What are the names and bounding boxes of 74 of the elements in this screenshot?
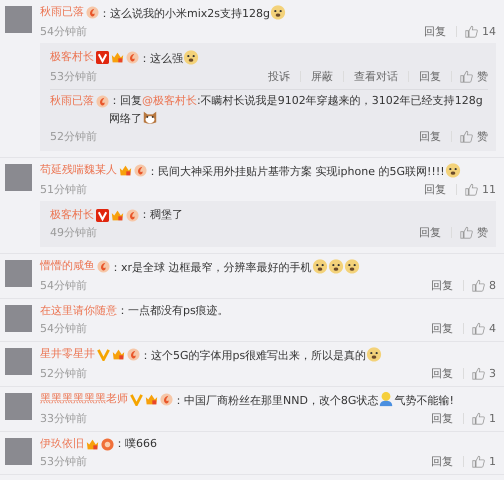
avatar-placeholder	[5, 348, 32, 375]
user-name[interactable]: 在这里请你随意	[40, 303, 117, 319]
action-link[interactable]: 回复	[417, 69, 443, 84]
action-link[interactable]: 回复	[429, 321, 455, 336]
timestamp: 53分钟前	[50, 69, 97, 84]
timestamp: 54分钟前	[40, 278, 87, 293]
user-name[interactable]: 伊玖依旧	[40, 436, 84, 452]
comment-text: ：xr是全球 边框最窄，分辨率最好的手机	[110, 258, 496, 276]
comment-text: ：这个5G的字体用ps很难写出来，所以是真的	[140, 346, 496, 364]
action-link[interactable]: 屏蔽	[309, 69, 335, 84]
action-link[interactable]: 回复	[429, 278, 455, 293]
person-icon	[378, 391, 394, 407]
comment-text: ：民间大神采用外挂贴片基带方案 实现iphone 的5G联网!!!!	[147, 162, 496, 180]
verified-badge-icon	[96, 50, 109, 64]
timestamp: 54分钟前	[40, 24, 87, 39]
avatar-placeholder	[5, 305, 32, 332]
member-badge-icon	[126, 208, 139, 222]
timestamp: 33分钟前	[40, 411, 87, 426]
verified-badge-icon	[130, 392, 143, 406]
action-link[interactable]: 回复	[429, 411, 455, 426]
action-link[interactable]: 回复	[422, 24, 448, 39]
timestamp: 49分钟前	[50, 225, 97, 240]
level-badge-icon	[145, 392, 158, 406]
user-name[interactable]: 苟延残喘魏某人	[40, 162, 117, 178]
comment-text: ：噗666	[114, 436, 158, 452]
verified-badge-icon	[97, 348, 110, 360]
timestamp: 54分钟前	[40, 321, 87, 336]
user-name[interactable]: 黑黑黑黑黑黑老师	[40, 391, 128, 407]
member-badge-icon	[86, 6, 99, 18]
action-link[interactable]: 回复	[417, 129, 443, 144]
level-badge-icon	[119, 164, 132, 176]
member-badge-icon	[160, 392, 173, 406]
like-button[interactable]: 赞	[460, 129, 488, 144]
member-badge-icon	[126, 50, 139, 64]
member-badge-icon	[127, 348, 140, 360]
action-link[interactable]: 回复	[422, 182, 448, 197]
avatar-placeholder	[5, 260, 32, 287]
timestamp: 52分钟前	[50, 129, 97, 144]
user-name[interactable]: 秋雨已落	[40, 4, 84, 20]
member-badge-icon	[97, 260, 110, 272]
avatar-placeholder	[5, 164, 32, 191]
timestamp: 52分钟前	[40, 366, 87, 381]
action-link[interactable]: 回复	[429, 454, 455, 469]
comment-text: ：这么强	[139, 49, 488, 67]
level-badge-icon	[112, 348, 125, 360]
comment-text: ：一点都没有ps痕迹。	[117, 303, 230, 319]
level-badge-icon	[86, 438, 99, 450]
action-link[interactable]: 回复	[429, 366, 455, 381]
like-button[interactable]: 14	[465, 25, 496, 38]
like-button[interactable]: 11	[465, 183, 496, 196]
verified-badge-icon	[96, 208, 109, 222]
avatar-placeholder	[5, 438, 32, 465]
comment-text: ：中国厂商粉丝在那里NND，改个8G状态 气势不能输!	[173, 391, 496, 409]
action-link[interactable]: 查看对话	[352, 69, 400, 84]
like-button[interactable]: 赞	[460, 225, 488, 240]
avatar-placeholder	[5, 393, 32, 420]
comment-text: ：这么说我的小米mix2s支持128g	[99, 4, 496, 22]
user-name[interactable]: 懵懵的咸鱼	[40, 258, 95, 274]
member-badge-icon	[96, 94, 109, 108]
cat-face-icon	[142, 109, 158, 125]
user-name[interactable]: 秋雨已落	[50, 93, 94, 109]
comment-text: ：回复@极客村长:不瞒村长说我是9102年穿越来的，3102年已经支持128g网络了	[109, 93, 484, 127]
avatar-placeholder	[5, 6, 32, 33]
action-link[interactable]: 投诉	[266, 69, 292, 84]
user-name[interactable]: 星井零星井	[40, 346, 95, 362]
level-badge-icon	[111, 208, 124, 222]
member-badge-icon	[101, 438, 114, 450]
level-badge-icon	[111, 50, 124, 64]
member-badge-icon	[134, 164, 147, 176]
timestamp: 51分钟前	[40, 182, 87, 197]
comment-text: ：稠堡了	[139, 207, 184, 223]
action-link[interactable]: 回复	[417, 225, 443, 240]
timestamp: 53分钟前	[40, 454, 87, 469]
like-button[interactable]: 赞	[460, 69, 488, 84]
